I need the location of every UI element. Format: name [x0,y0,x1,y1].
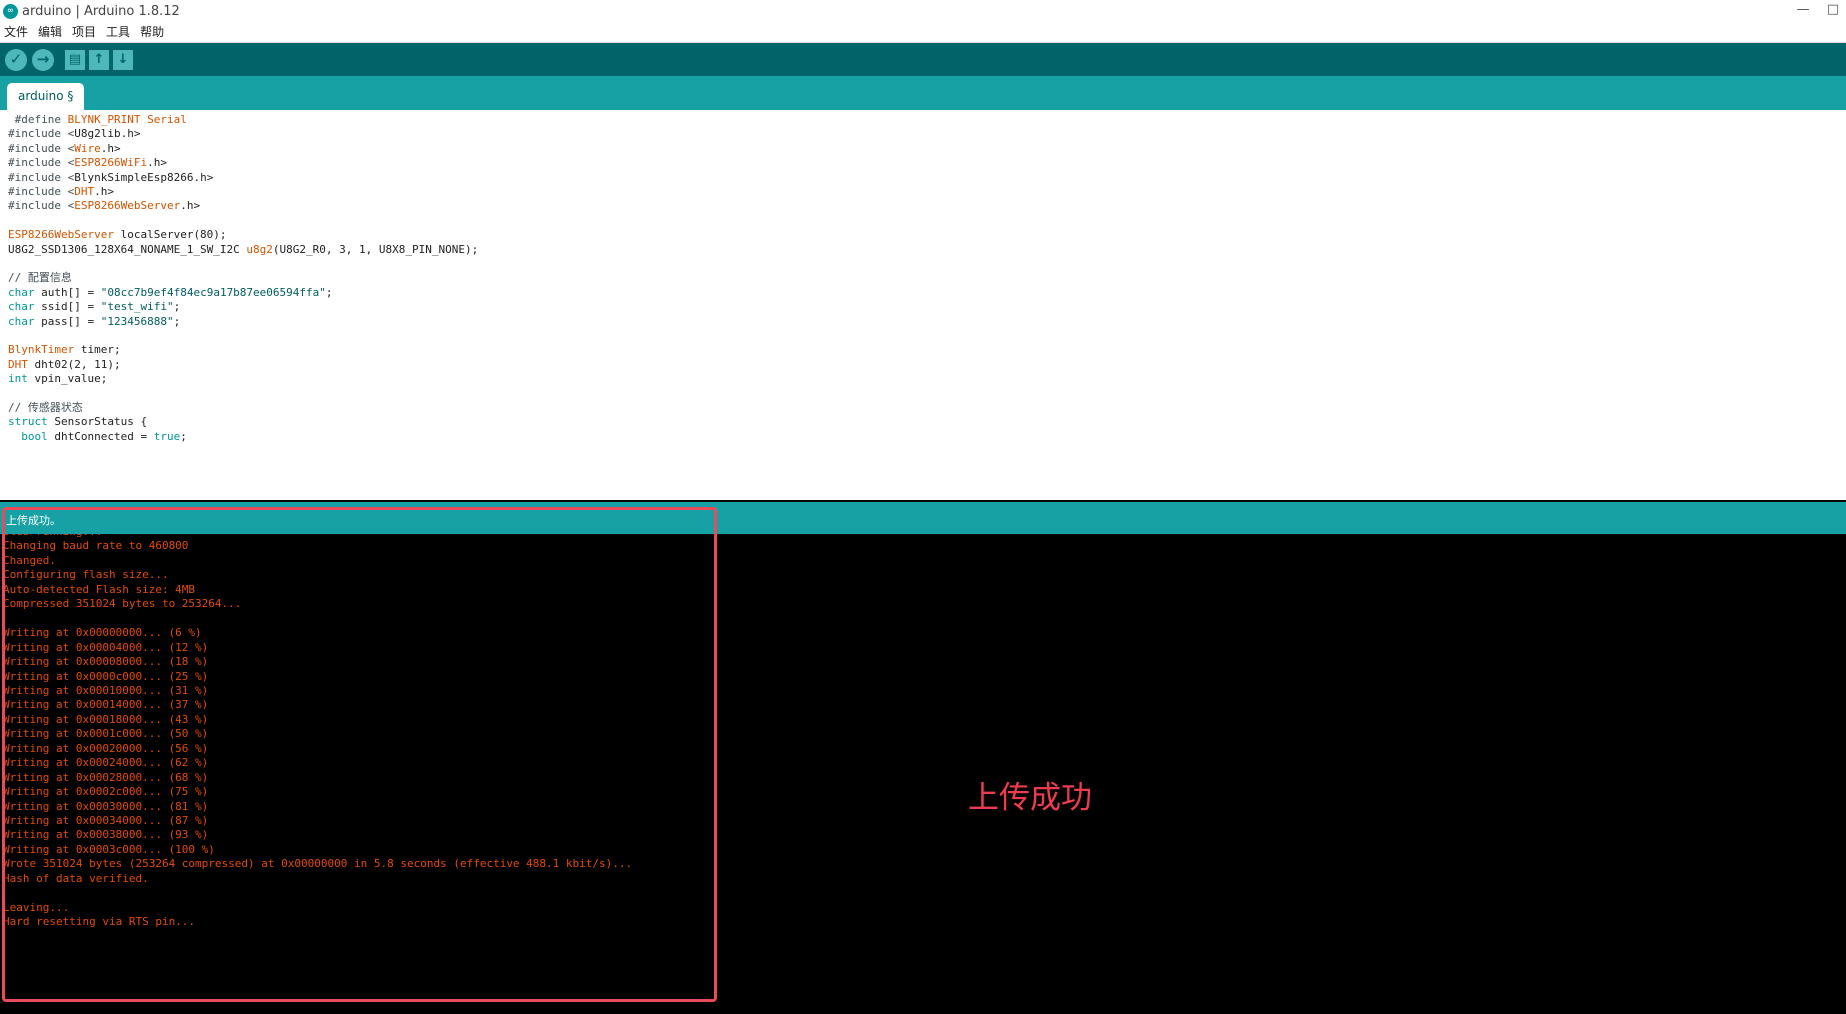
code-token: ; [173,314,181,328]
code-token: #define [8,113,68,126]
code-line: char pass[] = "123456888"; [8,313,180,330]
maximize-button[interactable]: □ [1818,0,1846,22]
window-title: arduino | Arduino 1.8.12 [22,3,180,19]
code-token: dht02(2, 11); [27,357,121,371]
tab-strip: arduino § [0,76,1846,110]
code-token: BlynkSimpleEsp8266.h [74,170,207,184]
code-token: "test_wifi" [100,300,174,314]
code-token: #include < [8,141,75,155]
code-token: true [153,429,181,443]
code-token: bool [8,429,48,443]
code-token: Wire [74,141,101,155]
code-editor[interactable]: #define BLYNK_PRINT Serial #include <U8g2… [0,110,1846,500]
open-button[interactable]: ↑ [89,49,109,70]
menu-sketch[interactable]: 项目 [67,22,101,42]
code-token: #include < [8,170,75,184]
code-token: BLYNK_PRINT Serial [67,113,187,126]
arrow-down-icon: ↓ [117,52,129,67]
code-token: auth[] = [34,285,101,299]
code-token: pass[] = [34,314,101,328]
code-token: char [8,300,35,314]
code-token: #include < [8,127,75,141]
code-token: char [8,285,35,299]
menu-file[interactable]: 文件 [0,22,33,42]
menu-help[interactable]: 帮助 [135,22,169,42]
code-token: dhtConnected = [47,429,154,443]
checkmark-icon: ✓ [9,50,23,68]
verify-button[interactable]: ✓ [5,48,27,71]
code-token: > [206,170,214,184]
title-bar: ∞ arduino | Arduino 1.8.12 — □ [0,0,1846,22]
code-line: U8G2_SSD1306_128X64_NONAME_1_SW_I2C u8g2… [8,241,478,258]
menu-edit[interactable]: 编辑 [33,22,67,42]
code-token: ; [325,285,333,299]
new-button[interactable]: ▤ [65,49,85,70]
arrow-right-icon: → [36,50,50,68]
arrow-up-icon: ↑ [93,52,105,67]
code-token: ssid[] = [34,300,101,314]
code-token: vpin_value; [27,372,108,386]
arduino-logo-icon: ∞ [3,3,18,19]
code-token: ESP8266WiFi [74,156,148,170]
code-line: bool dhtConnected = true; [8,428,187,445]
code-token: // 传感器状态 [8,401,83,414]
code-token: > [133,127,141,141]
code-token: struct [8,415,48,429]
menu-bar: 文件 编辑 项目 工具 帮助 [0,22,1846,43]
code-token: DHT [8,357,28,371]
minimize-button[interactable]: — [1788,0,1818,22]
code-token: (U8G2_R0, 3, 1, U8X8_PIN_NONE); [272,242,479,256]
code-token: #include < [8,156,75,170]
code-token: #include < [8,199,75,213]
code-token: .h> [94,185,114,198]
code-token: .h> [180,199,201,213]
highlight-box [2,507,717,1002]
save-button[interactable]: ↓ [113,49,133,70]
code-token: .h> [147,156,167,170]
code-token: DHT [74,185,95,198]
new-file-icon: ▤ [68,52,82,67]
code-token: localServer(80); [113,228,227,242]
code-line: int vpin_value; [8,370,107,387]
menu-tools[interactable]: 工具 [101,22,135,42]
annotation-label: 上传成功 [968,780,1092,816]
code-token: timer; [74,343,121,357]
code-token: ; [180,429,187,443]
code-token: BlynkTimer [8,343,75,357]
code-token: "08cc7b9ef4f84ec9a17b87ee06594ffa" [100,285,326,299]
toolbar: ✓ → ▤ ↑ ↓ [0,43,1846,76]
code-line: #include <ESP8266WebServer.h> [8,197,200,214]
code-token: "123456888" [100,314,174,328]
code-token: // 配置信息 [8,271,72,285]
code-token: ESP8266WebServer [74,199,181,213]
code-token: SensorStatus { [47,415,148,429]
code-token: ; [173,300,181,314]
code-token: int [8,372,28,386]
code-token: U8G2_SSD1306_128X64_NONAME_1_SW_I2C [8,242,247,256]
code-token: u8g2 [246,242,273,256]
tab-arduino[interactable]: arduino § [7,83,85,110]
code-token: #include < [8,185,75,198]
code-token: U8g2lib.h [74,127,134,141]
code-token: .h> [100,141,121,155]
code-token: char [8,314,35,328]
code-token: ESP8266WebServer [8,228,114,242]
upload-button[interactable]: → [32,48,54,71]
